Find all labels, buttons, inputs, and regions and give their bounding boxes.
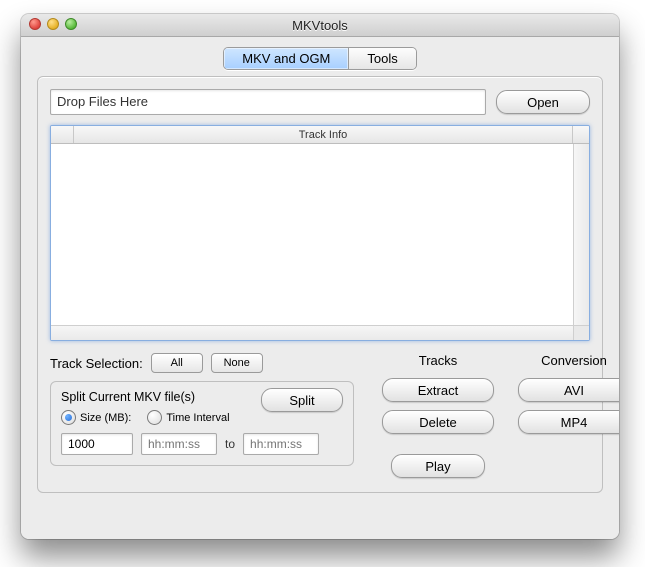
- tracks-heading: Tracks: [419, 353, 458, 368]
- split-mode-size-radio[interactable]: Size (MB):: [61, 410, 131, 425]
- split-size-input[interactable]: [61, 433, 133, 455]
- split-mode-time-radio[interactable]: Time Interval: [147, 410, 229, 425]
- track-checkbox-column[interactable]: [51, 126, 74, 143]
- minimize-icon[interactable]: [47, 18, 59, 30]
- app-window: MKVtools MKV and OGM Tools Drop Files He…: [21, 14, 619, 539]
- tracks-column: Tracks Extract Delete Play: [382, 353, 494, 478]
- horizontal-scrollbar[interactable]: [51, 325, 574, 340]
- avi-button[interactable]: AVI: [518, 378, 619, 402]
- mp4-button[interactable]: MP4: [518, 410, 619, 434]
- window-title: MKVtools: [292, 18, 348, 33]
- select-all-button[interactable]: All: [151, 353, 203, 373]
- track-info-list[interactable]: Track Info: [50, 125, 590, 341]
- close-icon[interactable]: [29, 18, 41, 30]
- track-info-header-row: Track Info: [51, 126, 589, 144]
- tab-segment: MKV and OGM Tools: [223, 47, 417, 70]
- tab-bar: MKV and OGM Tools: [37, 47, 603, 70]
- radio-dot-icon: [147, 410, 162, 425]
- play-button[interactable]: Play: [391, 454, 485, 478]
- split-size-label: Size (MB):: [80, 412, 131, 424]
- radio-dot-icon: [61, 410, 76, 425]
- track-header-spacer: [573, 126, 589, 143]
- scroll-corner: [573, 325, 589, 340]
- extract-button[interactable]: Extract: [382, 378, 494, 402]
- delete-button[interactable]: Delete: [382, 410, 494, 434]
- zoom-icon[interactable]: [65, 18, 77, 30]
- main-group: Drop Files Here Open Track Info: [37, 76, 603, 493]
- split-group: Split Current MKV file(s) Split Size (MB…: [50, 381, 354, 466]
- drop-files-field[interactable]: Drop Files Here: [50, 89, 486, 115]
- tab-tools[interactable]: Tools: [349, 48, 415, 69]
- titlebar[interactable]: MKVtools: [21, 14, 619, 37]
- open-button[interactable]: Open: [496, 90, 590, 114]
- window-content: MKV and OGM Tools Drop Files Here Open T…: [21, 37, 619, 539]
- select-none-button[interactable]: None: [211, 353, 263, 373]
- split-button[interactable]: Split: [261, 388, 343, 412]
- tab-mkv-and-ogm[interactable]: MKV and OGM: [224, 48, 349, 69]
- split-time-to-input[interactable]: [243, 433, 319, 455]
- conversion-heading: Conversion: [541, 353, 607, 368]
- vertical-scrollbar[interactable]: [573, 144, 589, 326]
- track-selection-label: Track Selection:: [50, 356, 143, 371]
- split-time-to-label: to: [225, 437, 235, 451]
- track-info-column-header[interactable]: Track Info: [74, 126, 573, 143]
- traffic-lights: [29, 18, 77, 30]
- split-time-label: Time Interval: [166, 412, 229, 424]
- track-info-body[interactable]: [51, 144, 589, 340]
- split-time-from-input[interactable]: [141, 433, 217, 455]
- conversion-column: Conversion AVI MP4: [518, 353, 619, 478]
